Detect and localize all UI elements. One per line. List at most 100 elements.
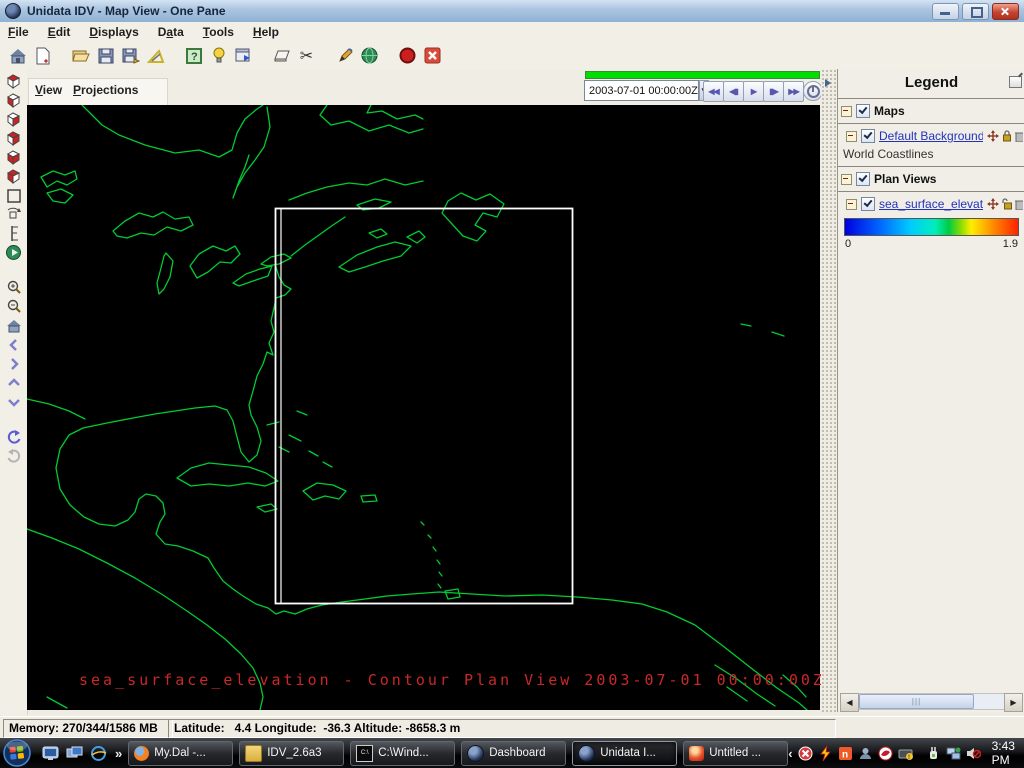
collapse-icon[interactable] bbox=[846, 130, 857, 142]
splitter-expand-icon[interactable] bbox=[825, 79, 831, 87]
show-desktop-icon[interactable] bbox=[42, 746, 59, 761]
time-selector[interactable]: 2003-07-01 00:00:00Z ▼ bbox=[584, 80, 709, 101]
collapse-icon[interactable] bbox=[841, 105, 852, 117]
save-as-icon[interactable] bbox=[118, 44, 143, 67]
menu-data[interactable]: Data bbox=[158, 25, 184, 39]
view-west-icon[interactable] bbox=[4, 167, 23, 186]
trash-icon[interactable] bbox=[1015, 198, 1023, 210]
maps-visibility-checkbox[interactable] bbox=[856, 104, 870, 118]
move-display-icon[interactable] bbox=[987, 130, 999, 142]
step-forward-button[interactable]: ▮▶ bbox=[763, 81, 784, 102]
save-icon[interactable] bbox=[93, 44, 118, 67]
sea-surface-link[interactable]: sea_surface_elevat... bbox=[879, 197, 983, 211]
color-scale-bar[interactable] bbox=[844, 218, 1019, 236]
menu-help[interactable]: Help bbox=[253, 25, 279, 39]
pan-left-icon[interactable] bbox=[4, 335, 23, 354]
float-legend-icon[interactable] bbox=[1009, 76, 1022, 88]
security-alert-icon[interactable] bbox=[798, 746, 813, 761]
scroll-right-icon[interactable]: ▶ bbox=[1004, 693, 1023, 712]
view-east-icon[interactable] bbox=[4, 129, 23, 148]
step-back-button[interactable]: ◀▮ bbox=[723, 81, 744, 102]
input-language-icon[interactable]: ! bbox=[898, 746, 913, 761]
play-button[interactable]: ▶ bbox=[743, 81, 764, 102]
move-display-icon[interactable] bbox=[987, 198, 999, 210]
quick-launch-overflow[interactable]: » bbox=[115, 746, 122, 761]
lock-icon[interactable] bbox=[1002, 130, 1012, 142]
antivirus-icon[interactable] bbox=[878, 746, 893, 761]
new-display-icon[interactable] bbox=[30, 44, 55, 67]
internet-explorer-icon[interactable] bbox=[90, 745, 107, 761]
scrollbar-thumb[interactable]: ||| bbox=[859, 694, 975, 709]
power-plug-icon[interactable] bbox=[926, 746, 941, 761]
perspective-box-icon[interactable] bbox=[4, 186, 23, 205]
stop-loads-icon[interactable] bbox=[395, 44, 420, 67]
messenger-agent-icon[interactable] bbox=[858, 746, 873, 761]
task-button-unidata-idv[interactable]: Unidata I... bbox=[572, 740, 678, 766]
view-bottom-icon[interactable] bbox=[4, 91, 23, 110]
drawing-control-icon[interactable] bbox=[143, 44, 168, 67]
show-tips-icon[interactable] bbox=[206, 44, 231, 67]
vertical-scale-icon[interactable] bbox=[4, 224, 23, 243]
taskbar-clock[interactable]: 3:43 PM bbox=[992, 739, 1016, 767]
collapse-icon[interactable] bbox=[841, 173, 852, 185]
default-background-link[interactable]: Default Background ... bbox=[879, 129, 983, 143]
sea-surface-checkbox[interactable] bbox=[861, 197, 875, 211]
cut-icon[interactable]: ✂ bbox=[294, 44, 319, 67]
edit-pencil-icon[interactable] bbox=[332, 44, 357, 67]
legend-horizontal-scrollbar[interactable]: ◀ ||| ▶ bbox=[840, 693, 1023, 712]
pan-up-icon[interactable] bbox=[4, 373, 23, 392]
go-to-last-button[interactable]: ▶▶ bbox=[783, 81, 804, 102]
restore-button[interactable] bbox=[962, 2, 989, 20]
help-icon[interactable]: ? bbox=[181, 44, 206, 67]
globe-orient-icon[interactable] bbox=[4, 243, 23, 262]
task-button-untitled[interactable]: Untitled ... bbox=[683, 740, 789, 766]
volume-muted-icon[interactable] bbox=[966, 746, 981, 761]
menu-projections[interactable]: Projections bbox=[73, 83, 138, 97]
go-to-first-button[interactable]: ◀◀ bbox=[703, 81, 724, 102]
plan-views-visibility-checkbox[interactable] bbox=[856, 172, 870, 186]
start-button[interactable] bbox=[2, 738, 32, 768]
redo-icon[interactable] bbox=[4, 446, 23, 465]
reset-home-icon[interactable] bbox=[4, 316, 23, 335]
delete-eraser-icon[interactable] bbox=[269, 44, 294, 67]
rotate-view-icon[interactable] bbox=[4, 205, 23, 224]
menu-file[interactable]: File bbox=[8, 25, 29, 39]
novell-icon[interactable]: n bbox=[838, 746, 853, 761]
time-value[interactable]: 2003-07-01 00:00:00Z bbox=[584, 80, 699, 101]
projections-globe-icon[interactable] bbox=[357, 44, 382, 67]
task-button-command-prompt[interactable]: C:\ C:\Wind... bbox=[350, 740, 456, 766]
exit-icon[interactable] bbox=[420, 44, 445, 67]
collapse-icon[interactable] bbox=[846, 198, 857, 210]
switch-windows-icon[interactable] bbox=[66, 746, 83, 761]
home-icon[interactable] bbox=[5, 44, 30, 67]
map-view[interactable]: sea_surface_elevation - Contour Plan Vie… bbox=[27, 105, 822, 710]
zoom-in-icon[interactable] bbox=[4, 278, 23, 297]
scroll-left-icon[interactable]: ◀ bbox=[840, 693, 859, 712]
network-icon[interactable] bbox=[946, 746, 961, 761]
menu-edit[interactable]: Edit bbox=[48, 25, 71, 39]
show-dashboard-icon[interactable] bbox=[231, 44, 256, 67]
menu-displays[interactable]: Displays bbox=[89, 25, 138, 39]
task-button-idv-folder[interactable]: IDV_2.6a3 bbox=[239, 740, 345, 766]
minimize-button[interactable] bbox=[932, 2, 959, 20]
open-file-icon[interactable] bbox=[68, 44, 93, 67]
trash-icon[interactable] bbox=[1015, 130, 1023, 142]
view-top-icon[interactable] bbox=[4, 72, 23, 91]
power-alert-icon[interactable] bbox=[818, 745, 833, 761]
menu-view[interactable]: View bbox=[35, 83, 62, 97]
title-bar[interactable]: Unidata IDV - Map View - One Pane bbox=[0, 0, 1024, 23]
legend-splitter[interactable] bbox=[821, 69, 837, 712]
close-button[interactable] bbox=[992, 2, 1019, 20]
undo-icon[interactable] bbox=[4, 427, 23, 446]
task-button-firefox[interactable]: My.Dal -... bbox=[128, 740, 234, 766]
task-button-dashboard[interactable]: Dashboard bbox=[461, 740, 567, 766]
tray-collapse-chevron[interactable]: ‹ bbox=[788, 746, 792, 761]
pan-down-icon[interactable] bbox=[4, 392, 23, 411]
time-properties-button[interactable] bbox=[803, 81, 823, 101]
pan-right-icon[interactable] bbox=[4, 354, 23, 373]
view-north-icon[interactable] bbox=[4, 110, 23, 129]
zoom-out-icon[interactable] bbox=[4, 297, 23, 316]
view-south-icon[interactable] bbox=[4, 148, 23, 167]
menu-tools[interactable]: Tools bbox=[203, 25, 234, 39]
unlock-icon[interactable] bbox=[1002, 198, 1012, 210]
